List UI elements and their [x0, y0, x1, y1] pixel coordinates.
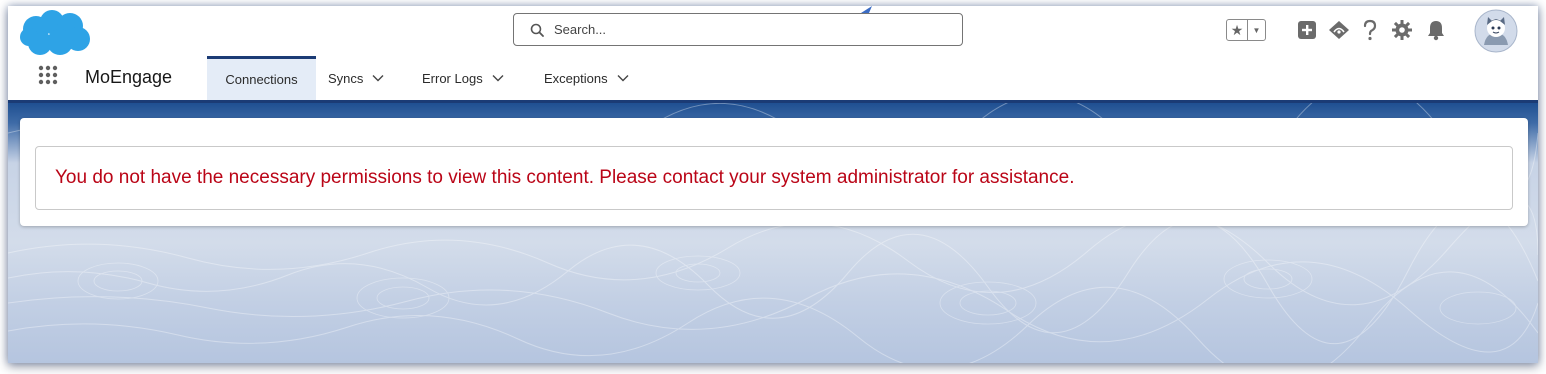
tab-error-logs[interactable]: Error Logs	[422, 56, 504, 100]
permission-error-message: You do not have the necessary permission…	[55, 167, 1075, 188]
app-navigation-bar: MoEngage Connections Syncs Error Logs Ex…	[8, 56, 1538, 103]
permission-error-box: You do not have the necessary permission…	[35, 146, 1513, 210]
tab-label: Exceptions	[544, 70, 608, 86]
tab-label: Connections	[225, 72, 298, 87]
favorites-star-icon[interactable]: ★	[1227, 20, 1248, 40]
favorites-list-icon[interactable]: ▼	[1248, 20, 1265, 40]
chevron-down-icon[interactable]	[492, 74, 504, 82]
chevron-down-icon[interactable]	[617, 74, 629, 82]
search-icon	[530, 23, 544, 37]
tab-connections[interactable]: Connections	[207, 56, 316, 100]
tab-syncs[interactable]: Syncs	[328, 56, 384, 100]
tab-label: Syncs	[328, 70, 364, 86]
content-card: You do not have the necessary permission…	[20, 118, 1528, 226]
app-launcher-waffle-icon[interactable]	[38, 65, 58, 85]
notifications-bell-icon[interactable]	[1426, 19, 1446, 41]
tab-exceptions[interactable]: Exceptions	[544, 56, 629, 100]
setup-gear-icon[interactable]	[1391, 19, 1413, 41]
favorites-button-group[interactable]: ★ ▼	[1226, 19, 1266, 41]
global-actions-add-icon[interactable]	[1297, 20, 1317, 40]
guidance-center-icon[interactable]	[1328, 20, 1350, 40]
help-icon[interactable]	[1362, 19, 1378, 41]
search-placeholder: Search...	[554, 22, 607, 37]
chevron-down-icon[interactable]	[372, 74, 384, 82]
tab-label: Error Logs	[422, 70, 483, 86]
salesforce-logo[interactable]	[18, 9, 92, 57]
user-avatar-icon[interactable]	[1474, 9, 1518, 53]
global-search-box[interactable]: Search...	[513, 13, 963, 46]
app-name: MoEngage	[85, 67, 173, 87]
global-header: Search... ★ ▼	[8, 6, 1538, 56]
salesforce-window: Search... ★ ▼ MoEngage Connections Syncs…	[8, 6, 1538, 363]
